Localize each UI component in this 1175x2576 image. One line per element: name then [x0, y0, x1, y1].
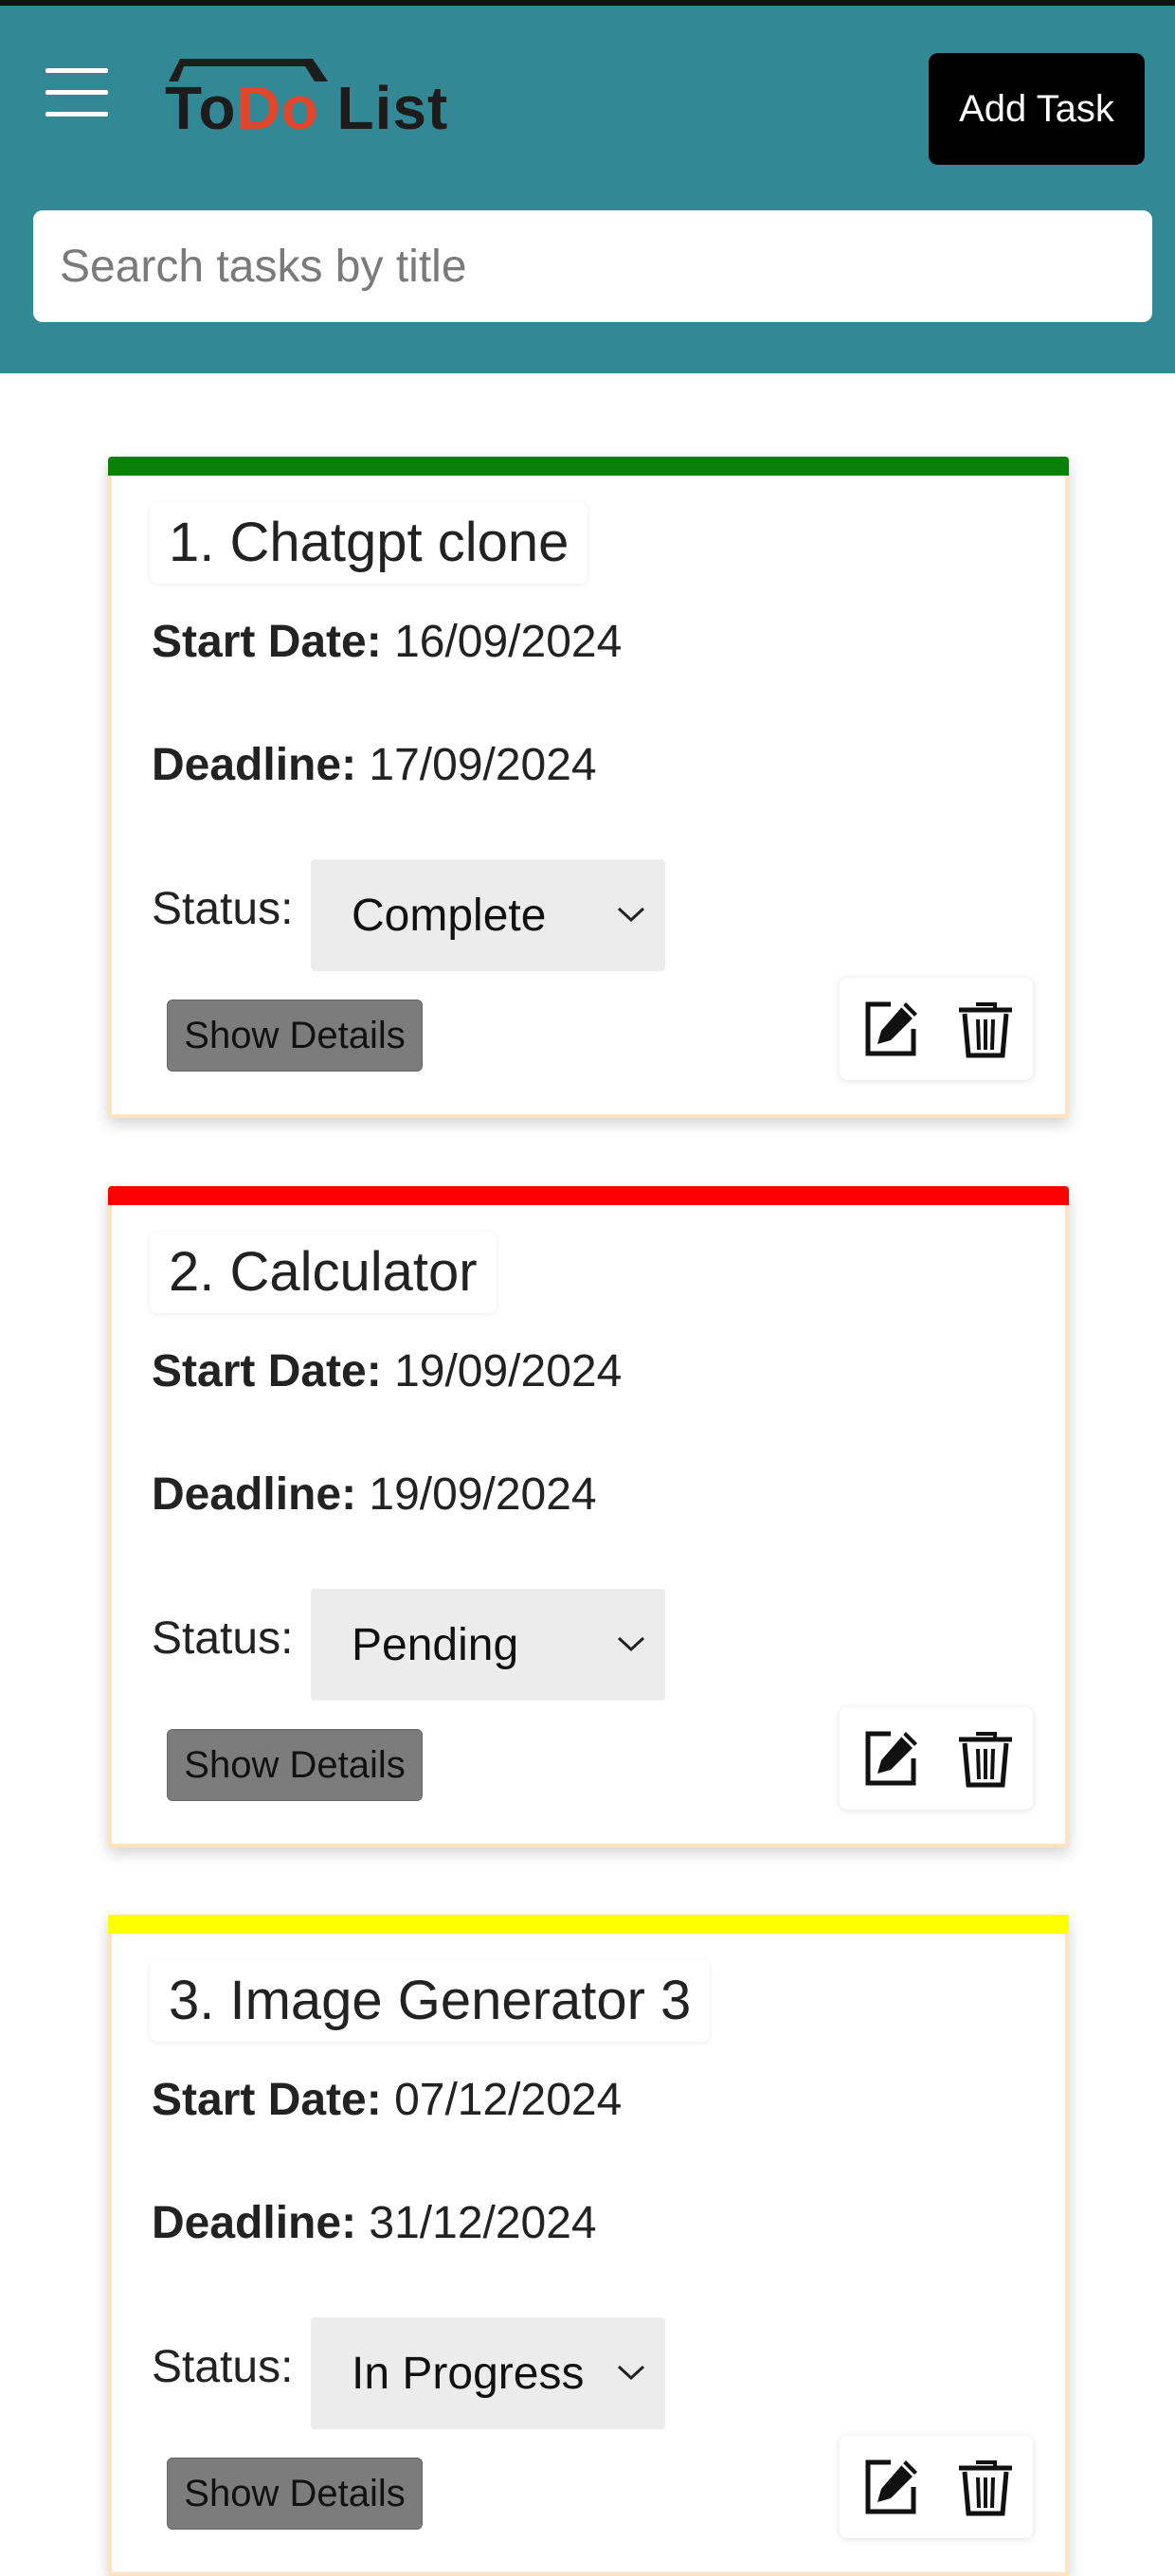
show-details-button[interactable]: Show Details	[167, 1729, 423, 1801]
start-date-value: 16/09/2024	[394, 617, 623, 667]
status-dropdown[interactable]: In Progress	[311, 2317, 665, 2429]
deadline-label: Deadline:	[152, 740, 357, 790]
logo-text-list: List	[318, 74, 449, 142]
status-value: In Progress	[352, 2349, 585, 2399]
status-label: Status:	[152, 2342, 294, 2392]
add-task-button[interactable]: Add Task	[929, 53, 1145, 165]
deadline-value: 19/09/2024	[369, 1469, 597, 1520]
search-input[interactable]	[33, 210, 1152, 322]
status-value: Complete	[352, 891, 547, 941]
edit-icon[interactable]	[859, 997, 923, 1061]
start-date-value: 19/09/2024	[394, 1346, 623, 1396]
start-date-label: Start Date:	[152, 1346, 382, 1396]
hamburger-menu-icon[interactable]	[45, 64, 110, 123]
edit-icon[interactable]	[859, 1726, 923, 1791]
start-date-row: Start Date: 19/09/2024	[152, 1345, 622, 1397]
status-label: Status:	[152, 1613, 294, 1664]
show-details-button[interactable]: Show Details	[167, 1000, 423, 1072]
app-logo: ToDo List	[163, 55, 466, 142]
status-dropdown[interactable]: Pending	[311, 1589, 665, 1701]
app-header: ToDo List Add Task	[0, 6, 1175, 373]
start-date-value: 07/12/2024	[394, 2075, 623, 2125]
chevron-down-icon	[617, 1636, 645, 1652]
deadline-row: Deadline: 31/12/2024	[152, 2197, 597, 2249]
show-details-button[interactable]: Show Details	[167, 2458, 423, 2530]
task-card: 3. Image Generator 3 Start Date: 07/12/2…	[108, 1915, 1069, 2576]
priority-bar	[108, 457, 1069, 476]
start-date-row: Start Date: 07/12/2024	[152, 2074, 622, 2126]
task-actions	[840, 2436, 1033, 2538]
task-title: 2. Calculator	[150, 1232, 497, 1313]
deadline-label: Deadline:	[152, 1469, 357, 1520]
start-date-row: Start Date: 16/09/2024	[152, 616, 622, 668]
deadline-label: Deadline:	[152, 2198, 357, 2248]
task-actions	[840, 1707, 1033, 1810]
edit-icon[interactable]	[859, 2455, 923, 2519]
status-dropdown[interactable]: Complete	[311, 859, 665, 971]
task-card: 1. Chatgpt clone Start Date: 16/09/2024 …	[108, 457, 1069, 1118]
priority-bar	[108, 1186, 1069, 1205]
logo-text-to: To	[165, 74, 237, 142]
logo-text: ToDo List	[165, 72, 448, 144]
task-title: 3. Image Generator 3	[150, 1960, 711, 2042]
trash-icon[interactable]	[953, 2455, 1018, 2519]
deadline-row: Deadline: 19/09/2024	[152, 1468, 597, 1521]
trash-icon[interactable]	[953, 1726, 1018, 1791]
task-title: 1. Chatgpt clone	[150, 502, 588, 584]
status-value: Pending	[352, 1620, 519, 1670]
deadline-value: 17/09/2024	[369, 740, 597, 790]
chevron-down-icon	[617, 907, 645, 923]
deadline-value: 31/12/2024	[369, 2198, 597, 2248]
task-card: 2. Calculator Start Date: 19/09/2024 Dea…	[108, 1186, 1069, 1847]
start-date-label: Start Date:	[152, 617, 382, 667]
deadline-row: Deadline: 17/09/2024	[152, 739, 597, 791]
trash-icon[interactable]	[953, 997, 1018, 1061]
chevron-down-icon	[617, 2365, 645, 2381]
status-label: Status:	[152, 884, 294, 934]
task-actions	[840, 978, 1033, 1080]
priority-bar	[108, 1915, 1069, 1934]
logo-text-do: Do	[236, 74, 319, 142]
start-date-label: Start Date:	[152, 2075, 382, 2125]
